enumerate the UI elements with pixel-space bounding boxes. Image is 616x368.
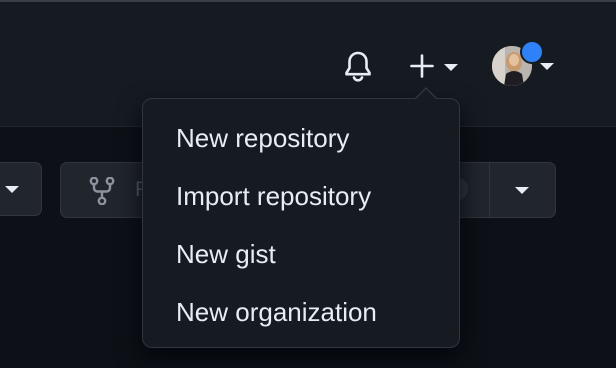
menu-item-new-gist[interactable]: New gist [143, 225, 459, 283]
create-new-button[interactable] [404, 46, 464, 86]
notifications-button[interactable] [338, 46, 378, 86]
dropdown-pointer-fill [415, 89, 437, 100]
chevron-down-icon [540, 63, 554, 70]
divider [489, 163, 490, 217]
notification-indicator [520, 40, 544, 64]
dropdown-button[interactable] [0, 162, 42, 216]
page: F New repository Import repository New g… [0, 0, 616, 368]
repo-forked-icon [89, 177, 115, 205]
menu-list: New repository Import repository New gis… [143, 99, 459, 351]
menu-item-import-repository[interactable]: Import repository [143, 167, 459, 225]
chevron-down-icon [5, 185, 19, 193]
chevron-down-icon [444, 64, 458, 71]
bell-icon [345, 51, 371, 82]
user-menu-button[interactable] [488, 40, 562, 92]
menu-item-new-organization[interactable]: New organization [143, 283, 459, 341]
create-new-menu: New repository Import repository New gis… [142, 98, 460, 348]
header-top-border [0, 0, 616, 2]
chevron-down-icon[interactable] [515, 187, 529, 194]
plus-icon [410, 54, 434, 78]
menu-item-new-repository[interactable]: New repository [143, 109, 459, 167]
